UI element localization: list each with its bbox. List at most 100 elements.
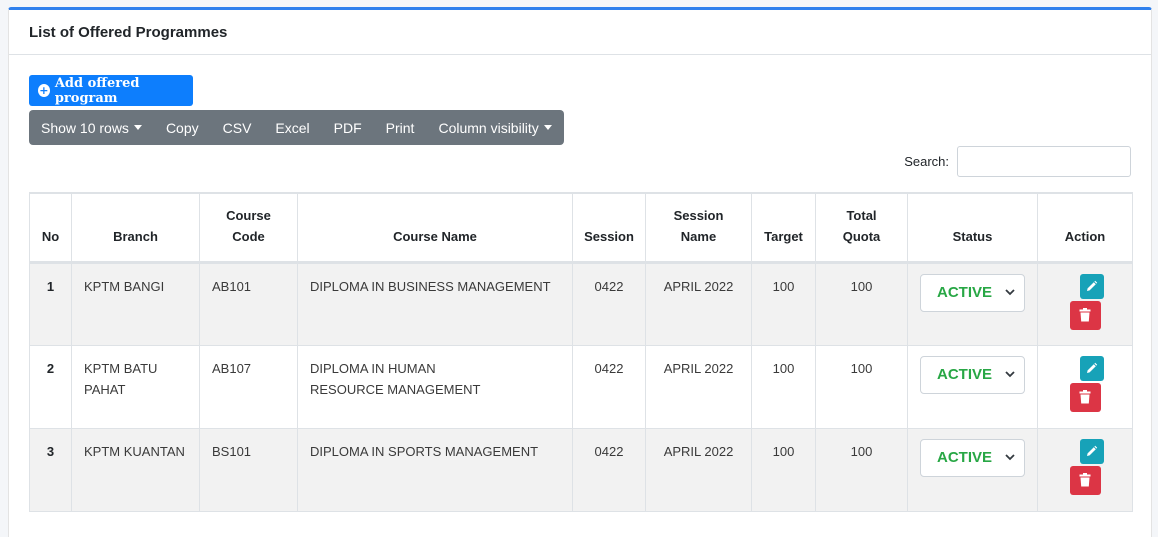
cell-session: 0422 <box>572 344 646 429</box>
header-session-name[interactable]: Session Name <box>645 192 752 264</box>
cell-session-name: APRIL 2022 <box>645 427 752 512</box>
row-actions <box>1038 273 1132 330</box>
cell-total-quota: 100 <box>815 427 908 512</box>
csv-label: CSV <box>222 119 252 136</box>
cell-session-name: APRIL 2022 <box>645 261 752 346</box>
copy-label: Copy <box>165 119 199 136</box>
header-no[interactable]: No <box>29 192 72 264</box>
edit-button[interactable] <box>1079 355 1104 381</box>
cell-branch: KPTM BANGI <box>71 261 200 346</box>
search-input[interactable] <box>957 146 1131 177</box>
programmes-table: No Branch Course Code Course Name Sessio… <box>29 192 1133 512</box>
copy-button[interactable]: Copy <box>154 110 211 145</box>
cell-action <box>1037 261 1133 346</box>
header-session[interactable]: Session <box>572 192 646 264</box>
cell-status: ACTIVE <box>907 261 1038 346</box>
table-row: 3 KPTM KUANTAN BS101 DIPLOMA IN SPORTS M… <box>29 427 1133 512</box>
add-offered-program-button[interactable]: + Add offered program <box>29 75 193 106</box>
cell-action <box>1037 344 1133 429</box>
cell-total-quota: 100 <box>815 261 908 346</box>
edit-button[interactable] <box>1079 438 1104 464</box>
header-course-code-label: Course Code <box>226 207 271 244</box>
cell-no: 3 <box>29 427 72 512</box>
cell-action <box>1037 427 1133 512</box>
cell-status: ACTIVE <box>907 427 1038 512</box>
pdf-label: PDF <box>333 119 362 136</box>
card-header: List of Offered Programmes <box>9 10 1151 55</box>
cell-target: 100 <box>751 344 816 429</box>
programmes-card: List of Offered Programmes + Add offered… <box>8 7 1152 537</box>
card-title: List of Offered Programmes <box>29 24 228 41</box>
pencil-icon <box>1087 445 1098 456</box>
header-total-quota[interactable]: Total Quota <box>815 192 908 264</box>
header-course-name[interactable]: Course Name <box>297 192 573 264</box>
cell-no: 1 <box>29 261 72 346</box>
cell-branch: KPTM BATU PAHAT <box>71 344 200 429</box>
print-button[interactable]: Print <box>374 110 427 145</box>
cell-target: 100 <box>751 427 816 512</box>
header-session-name-label: Session Name <box>673 207 724 244</box>
header-status[interactable]: Status <box>907 192 1038 264</box>
pencil-icon <box>1087 362 1098 373</box>
cell-course-name-text: DIPLOMA IN HUMAN RESOURCE MANAGEMENT <box>310 360 481 397</box>
cell-branch: KPTM KUANTAN <box>71 427 200 512</box>
excel-button[interactable]: Excel <box>263 110 321 145</box>
delete-button[interactable] <box>1069 465 1101 495</box>
row-actions <box>1038 355 1132 412</box>
cell-target: 100 <box>751 261 816 346</box>
chevron-down-icon <box>1005 453 1015 460</box>
chevron-down-icon <box>1005 288 1015 295</box>
header-action[interactable]: Action <box>1037 192 1133 264</box>
header-course-code[interactable]: Course Code <box>199 192 298 264</box>
header-branch[interactable]: Branch <box>71 192 200 264</box>
edit-button[interactable] <box>1079 273 1104 299</box>
datatable-buttons: Show 10 rows Copy CSV Excel PDF Print Co… <box>29 110 564 145</box>
excel-label: Excel <box>275 119 310 136</box>
status-select[interactable]: ACTIVE <box>920 438 1025 477</box>
trash-icon <box>1079 473 1091 487</box>
delete-button[interactable] <box>1069 382 1101 412</box>
cell-course-name: DIPLOMA IN BUSINESS MANAGEMENT <box>297 261 573 346</box>
column-visibility-button[interactable]: Column visibility <box>426 110 563 145</box>
status-value: ACTIVE <box>937 449 993 466</box>
caret-down-icon <box>133 125 142 130</box>
row-actions <box>1038 438 1132 495</box>
cell-status: ACTIVE <box>907 344 1038 429</box>
header-total-quota-label: Total Quota <box>842 207 881 244</box>
status-value: ACTIVE <box>937 284 993 301</box>
table-row: 1 KPTM BANGI AB101 DIPLOMA IN BUSINESS M… <box>29 261 1133 346</box>
cell-session: 0422 <box>572 427 646 512</box>
header-target[interactable]: Target <box>751 192 816 264</box>
pdf-button[interactable]: PDF <box>322 110 374 145</box>
plus-circle-icon: + <box>38 84 50 97</box>
caret-down-icon <box>543 125 552 130</box>
status-select[interactable]: ACTIVE <box>920 355 1025 394</box>
status-select[interactable]: ACTIVE <box>920 273 1025 312</box>
cell-course-name: DIPLOMA IN SPORTS MANAGEMENT <box>297 427 573 512</box>
status-value: ACTIVE <box>937 366 993 383</box>
cell-branch-text: KPTM BATU PAHAT <box>84 360 158 397</box>
chevron-down-icon <box>1005 370 1015 377</box>
table-header-row: No Branch Course Code Course Name Sessio… <box>29 192 1133 264</box>
add-offered-program-label: Add offered program <box>54 75 140 106</box>
trash-icon <box>1079 390 1091 404</box>
cell-course-code: BS101 <box>199 427 298 512</box>
table-row: 2 KPTM BATU PAHAT AB107 DIPLOMA IN HUMAN… <box>29 344 1133 429</box>
print-label: Print <box>385 119 415 136</box>
search-bar: Search: <box>904 146 1131 177</box>
trash-icon <box>1079 308 1091 322</box>
cell-course-code: AB107 <box>199 344 298 429</box>
cell-no: 2 <box>29 344 72 429</box>
cell-total-quota: 100 <box>815 344 908 429</box>
show-rows-button[interactable]: Show 10 rows <box>29 110 154 145</box>
show-rows-label: Show 10 rows <box>41 119 129 136</box>
cell-course-name: DIPLOMA IN HUMAN RESOURCE MANAGEMENT <box>297 344 573 429</box>
cell-course-code: AB101 <box>199 261 298 346</box>
csv-button[interactable]: CSV <box>211 110 264 145</box>
delete-button[interactable] <box>1069 300 1101 330</box>
cell-session-name: APRIL 2022 <box>645 344 752 429</box>
cell-session: 0422 <box>572 261 646 346</box>
pencil-icon <box>1087 280 1098 291</box>
column-visibility-label: Column visibility <box>438 119 539 136</box>
search-label: Search: <box>904 154 949 169</box>
